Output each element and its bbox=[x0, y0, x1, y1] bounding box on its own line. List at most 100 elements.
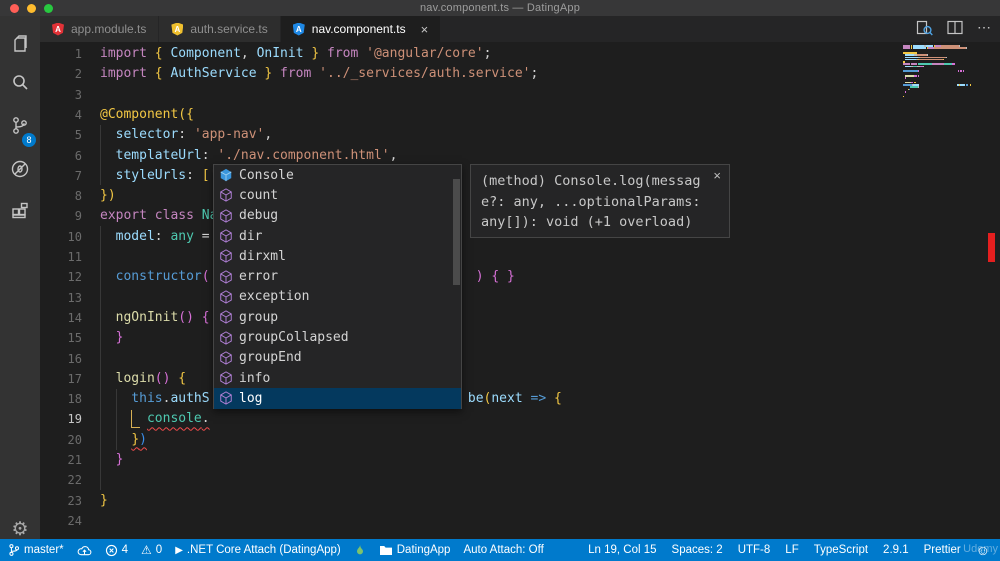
status-auto-attach-off[interactable]: Auto Attach: Off bbox=[463, 544, 543, 556]
minimap-token bbox=[919, 58, 944, 61]
minimap-token bbox=[903, 70, 918, 72]
code-token: }) bbox=[100, 188, 116, 204]
minimap-token bbox=[944, 63, 953, 66]
status-master[interactable]: master* bbox=[8, 543, 64, 557]
extensions-icon[interactable] bbox=[0, 194, 40, 228]
code-token: } bbox=[311, 46, 320, 61]
minimap-token bbox=[909, 86, 918, 89]
more-actions-icon[interactable]: ⋯ bbox=[977, 19, 992, 36]
minimap-token bbox=[903, 95, 905, 98]
code-token: selector bbox=[115, 127, 179, 143]
suggest-item-dirxml[interactable]: dirxml bbox=[214, 246, 461, 266]
gutter-line-number: 13 bbox=[67, 290, 82, 305]
suggest-item-debug[interactable]: debug bbox=[214, 206, 461, 226]
code-line: ngOnInit() { bbox=[100, 308, 210, 328]
status-label: TypeScript bbox=[813, 544, 869, 556]
code-token: { bbox=[178, 370, 187, 386]
indent-guide bbox=[100, 125, 101, 185]
suggest-item-groupCollapsed[interactable]: groupCollapsed bbox=[214, 327, 461, 347]
status-prettier[interactable]: Prettier bbox=[924, 544, 961, 556]
suggest-item-groupEnd[interactable]: groupEnd bbox=[214, 348, 461, 368]
suggest-label: debug bbox=[239, 208, 279, 224]
code-token: authS bbox=[170, 391, 210, 407]
code-token: import bbox=[100, 46, 147, 61]
gutter-line-number: 8 bbox=[74, 189, 82, 204]
status-2-9-1[interactable]: 2.9.1 bbox=[883, 544, 909, 556]
tab-auth.service.ts[interactable]: Aauth.service.ts bbox=[159, 16, 281, 42]
method-icon bbox=[219, 269, 233, 284]
code-token: : bbox=[186, 167, 202, 183]
angular-shield-icon: A bbox=[171, 22, 184, 36]
status-label: Auto Attach: Off bbox=[463, 544, 544, 556]
code-token: { bbox=[154, 46, 163, 61]
active-bracket-guide bbox=[131, 410, 140, 428]
status-datingapp[interactable]: DatingApp bbox=[379, 544, 450, 556]
suggest-item-Console[interactable]: Console bbox=[214, 165, 461, 185]
gutter-line-number: 11 bbox=[67, 250, 82, 264]
split-editor-icon[interactable] bbox=[947, 20, 963, 35]
suggest-item-log[interactable]: log bbox=[214, 388, 461, 409]
gutter-line-number: 12 bbox=[67, 270, 82, 285]
method-icon bbox=[219, 188, 233, 203]
tab-label: auth.service.ts bbox=[190, 22, 268, 36]
search-icon[interactable] bbox=[0, 66, 40, 100]
source-control-icon[interactable]: 8 bbox=[0, 109, 40, 147]
minimap[interactable] bbox=[903, 45, 975, 101]
status-label: .NET Core Attach (DatingApp) bbox=[186, 544, 341, 556]
status-typescript[interactable]: TypeScript bbox=[814, 544, 868, 556]
suggest-item-info[interactable]: info bbox=[214, 368, 461, 388]
gutter-line-number: 22 bbox=[67, 473, 82, 488]
tab-app.module.ts[interactable]: Aapp.module.ts bbox=[40, 16, 160, 42]
code-line: templateUrl: './nav.component.html', bbox=[100, 146, 398, 166]
status-4[interactable]: 4 bbox=[105, 544, 128, 557]
status-label: 2.9.1 bbox=[883, 544, 909, 556]
code-line: @Component({ bbox=[100, 105, 194, 125]
minimap-line bbox=[903, 95, 905, 98]
overview-error-marker bbox=[988, 233, 995, 262]
tab-close-icon[interactable]: × bbox=[421, 22, 429, 37]
gutter-line-number: 16 bbox=[67, 351, 82, 366]
open-changes-icon[interactable] bbox=[916, 20, 933, 36]
gutter-line-number: 10 bbox=[67, 229, 82, 244]
status-net-core-attach-datingapp[interactable]: ▶ .NET Core Attach (DatingApp) bbox=[175, 544, 341, 556]
minimap-line bbox=[903, 91, 907, 93]
code-line: login() { bbox=[100, 369, 186, 389]
status-spaces-2[interactable]: Spaces: 2 bbox=[672, 544, 723, 556]
suggest-label: dir bbox=[239, 228, 263, 244]
code-token: } bbox=[115, 330, 124, 346]
code-token: './nav.component.html' bbox=[217, 147, 390, 163]
suggest-item-exception[interactable]: exception bbox=[214, 287, 461, 307]
code-token: => bbox=[530, 391, 547, 407]
debug-icon[interactable] bbox=[0, 152, 40, 186]
minimap-line bbox=[903, 77, 907, 79]
status-utf-8[interactable]: UTF-8 bbox=[738, 544, 771, 556]
status-cloud-upload[interactable] bbox=[77, 544, 92, 557]
explorer-icon[interactable] bbox=[0, 28, 40, 62]
code-token: 'app-nav' bbox=[193, 127, 265, 143]
suggest-scrollbar[interactable] bbox=[453, 179, 460, 285]
status-label: Spaces: 2 bbox=[671, 544, 723, 556]
gutter-line-number: 6 bbox=[74, 148, 82, 163]
code-token: export bbox=[100, 208, 147, 224]
suggest-item-dir[interactable]: dir bbox=[214, 226, 461, 246]
doc-close-icon[interactable]: × bbox=[713, 168, 721, 183]
code-line: } bbox=[100, 450, 124, 470]
code-token: templateUrl bbox=[115, 147, 202, 163]
status-ln-19-col-15[interactable]: Ln 19, Col 15 bbox=[588, 544, 656, 556]
tab-nav.component.ts[interactable]: Anav.component.ts × bbox=[280, 16, 442, 42]
suggest-label: groupEnd bbox=[239, 350, 302, 366]
suggest-item-group[interactable]: group bbox=[214, 307, 461, 327]
method-icon bbox=[219, 209, 233, 223]
method-icon bbox=[219, 249, 233, 264]
status-lf[interactable]: LF bbox=[785, 544, 798, 556]
code-token: ({ bbox=[178, 106, 194, 122]
suggest-item-count[interactable]: count bbox=[214, 185, 461, 205]
warning-icon: ⚠ bbox=[141, 542, 152, 557]
code-token: from bbox=[319, 46, 359, 61]
suggest-item-error[interactable]: error bbox=[214, 267, 461, 287]
status-flame[interactable] bbox=[354, 543, 366, 558]
status-0[interactable]: ⚠ 0 bbox=[141, 544, 162, 557]
